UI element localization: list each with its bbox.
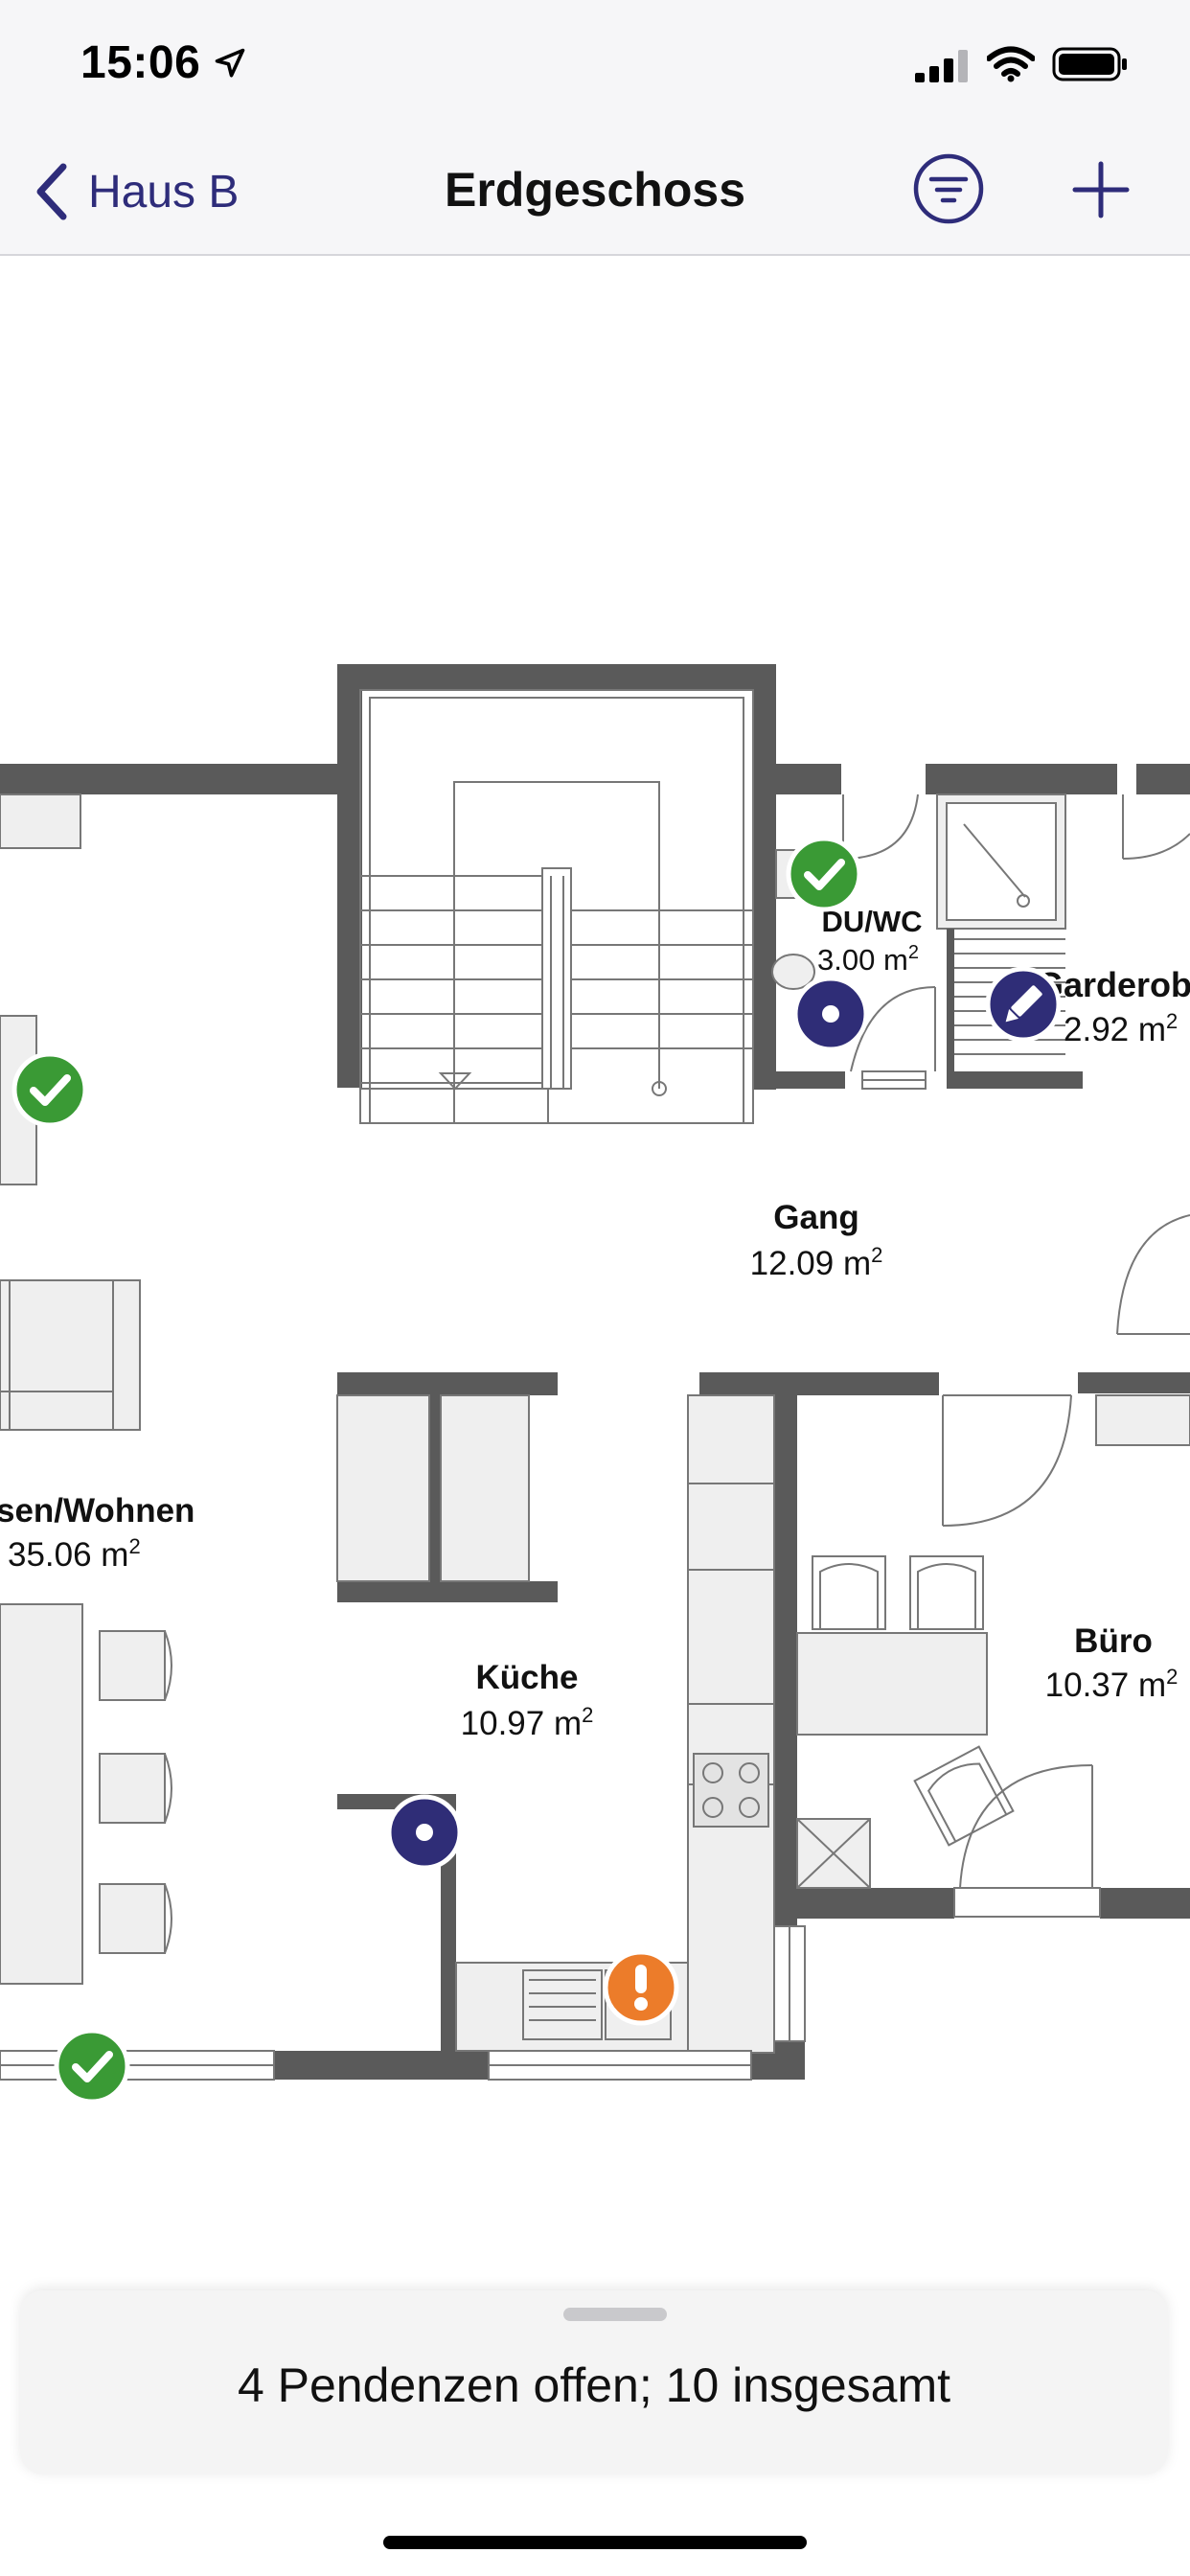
room-area-exponent: 2	[582, 1703, 593, 1727]
sheet-grabber[interactable]	[563, 2308, 667, 2321]
room-area-value: 3.00 m	[817, 943, 908, 977]
add-icon[interactable]	[1069, 158, 1133, 221]
room-name: sen/Wohnen	[0, 1492, 195, 1530]
floor-plan-stairs	[359, 689, 754, 1124]
exclamation-icon-dot	[634, 1997, 648, 2011]
task-marker[interactable]	[603, 1949, 679, 2026]
status-time: 15:06	[80, 37, 201, 88]
floor-plan[interactable]: DU/WC 3.00 m2 Garderob 2.92 m2 Gang 12.0…	[0, 256, 1190, 2288]
task-marker[interactable]	[11, 1051, 88, 1128]
exclamation-icon	[635, 1965, 647, 1993]
dot-icon	[416, 1824, 433, 1841]
room-area-value: 12.09 m	[750, 1245, 871, 1282]
room-area: 35.06 m2	[8, 1534, 141, 1574]
room-name: Büro	[1074, 1622, 1153, 1660]
room-area-value: 35.06 m	[8, 1536, 128, 1574]
room-area-value: 10.97 m	[461, 1705, 582, 1742]
room-area-value: 2.92 m	[1064, 1011, 1166, 1048]
summary-bottom-sheet[interactable]: 4 Pendenzen offen; 10 insgesamt	[21, 2290, 1167, 2474]
task-marker[interactable]	[786, 836, 862, 912]
room-name: Gang	[773, 1199, 858, 1236]
room-area-exponent: 2	[908, 942, 919, 963]
room-area-value: 10.37 m	[1045, 1667, 1166, 1704]
room-name: Küche	[476, 1659, 579, 1696]
task-marker-badge	[54, 2028, 130, 2104]
pending-summary: 4 Pendenzen offen; 10 insgesamt	[237, 2358, 951, 2412]
room-area: 10.37 m2	[1045, 1665, 1179, 1704]
room-name: DU/WC	[821, 905, 922, 938]
filter-icon[interactable]	[912, 152, 985, 225]
home-indicator[interactable]	[383, 2536, 807, 2549]
navigation-bar: Haus B Erdgeschoss	[0, 129, 1190, 256]
task-marker[interactable]	[54, 2028, 130, 2104]
dot-icon	[822, 1005, 839, 1023]
location-arrow-icon	[215, 48, 245, 78]
status-bar: 15:06	[0, 0, 1190, 129]
cellular-signal-icon	[915, 50, 968, 82]
page-title: Erdgeschoss	[444, 163, 745, 217]
wifi-icon	[987, 46, 1035, 82]
task-marker-badge	[11, 1051, 88, 1128]
task-marker[interactable]	[386, 1794, 463, 1871]
room-area: 3.00 m2	[817, 942, 919, 977]
task-marker[interactable]	[985, 966, 1062, 1043]
room-area-exponent: 2	[1166, 1665, 1178, 1689]
room-area-exponent: 2	[128, 1534, 140, 1558]
room-area-exponent: 2	[1166, 1009, 1178, 1033]
room-area: 12.09 m2	[750, 1243, 883, 1282]
battery-icon	[1052, 47, 1127, 81]
room-area: 2.92 m2	[1064, 1009, 1178, 1048]
task-marker[interactable]	[792, 976, 869, 1052]
room-area: 10.97 m2	[461, 1703, 594, 1742]
task-marker-badge	[786, 836, 862, 912]
room-area-exponent: 2	[871, 1243, 882, 1267]
